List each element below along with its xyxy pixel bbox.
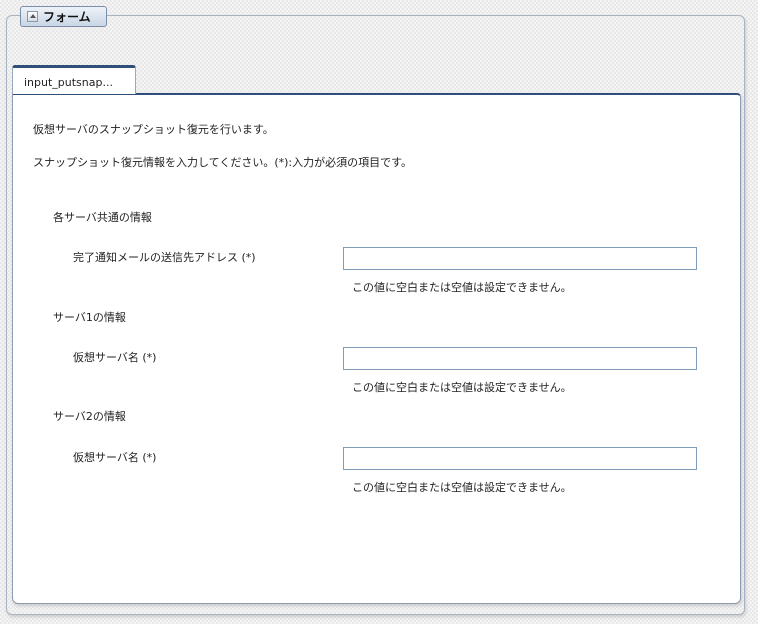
- server2-name-label: 仮想サーバ名 (*): [73, 451, 157, 464]
- server1-name-error: この値に空白または空値は設定できません。: [352, 381, 572, 394]
- tab-label: input_putsnap...: [24, 76, 113, 89]
- server2-name-input[interactable]: [343, 447, 697, 470]
- email-field-error: この値に空白または空値は設定できません。: [352, 281, 572, 294]
- instruction-text: スナップショット復元情報を入力してください。(*):入力が必須の項目です。: [33, 156, 413, 169]
- email-field-label: 完了通知メールの送信先アドレス (*): [73, 251, 256, 264]
- tab-input-putsnap[interactable]: input_putsnap...: [12, 65, 136, 94]
- section-heading-server1: サーバ1の情報: [53, 311, 126, 324]
- server1-name-label: 仮想サーバ名 (*): [73, 351, 157, 364]
- section-heading-common: 各サーバ共通の情報: [53, 211, 152, 224]
- server1-name-input[interactable]: [343, 347, 697, 370]
- email-field[interactable]: [343, 247, 697, 270]
- form-collapse-button[interactable]: フォーム: [20, 6, 107, 27]
- server2-name-error: この値に空白または空値は設定できません。: [352, 481, 572, 494]
- form-title: フォーム: [43, 10, 91, 24]
- collapse-up-icon[interactable]: [27, 11, 38, 22]
- description-text: 仮想サーバのスナップショット復元を行います。: [33, 123, 274, 136]
- section-heading-server2: サーバ2の情報: [53, 410, 126, 423]
